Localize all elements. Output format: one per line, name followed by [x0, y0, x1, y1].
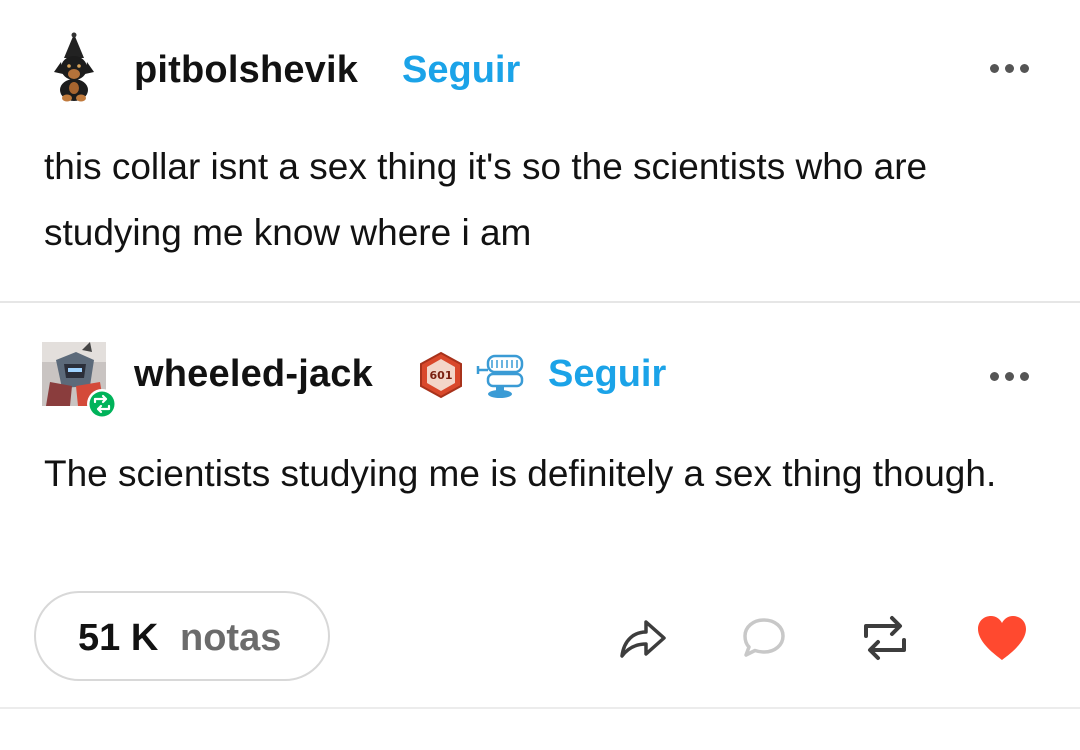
reblog-follow-button[interactable]: Seguir — [548, 353, 666, 396]
dog-with-party-hat-avatar[interactable] — [50, 32, 98, 102]
reblog-icon[interactable] — [858, 612, 912, 664]
comment-bubble-icon[interactable] — [740, 614, 788, 662]
post-divider — [0, 301, 1080, 303]
tumblr-post: pitbolshevik Seguir this collar isnt a s… — [0, 0, 1080, 750]
notes-button[interactable]: 51 K notas — [34, 591, 330, 681]
notes-label: notas — [180, 617, 282, 659]
wind-up-teeth-badge-icon[interactable] — [474, 350, 530, 400]
reblog-username[interactable]: wheeled-jack — [134, 353, 373, 396]
original-post-username[interactable]: pitbolshevik — [134, 49, 358, 92]
robot-character-avatar[interactable] — [42, 342, 128, 422]
svg-text:601: 601 — [430, 369, 453, 382]
notes-count: 51 K — [78, 617, 159, 659]
reblog-text: The scientists studying me is definitely… — [44, 453, 997, 494]
original-post-text: this collar isnt a sex thing it's so the… — [44, 146, 928, 253]
post-bottom-border — [0, 707, 1080, 709]
reblog-badge-icon — [89, 391, 115, 417]
reblog-header: wheeled-jack 601 Seguir — [0, 336, 1080, 419]
share-arrow-icon[interactable] — [616, 614, 668, 662]
hexagon-badge-icon[interactable]: 601 — [418, 351, 464, 399]
reblog-more-options-icon[interactable] — [990, 367, 1040, 387]
original-post-follow-button[interactable]: Seguir — [402, 49, 520, 92]
original-post-more-options-icon[interactable] — [990, 59, 1040, 79]
heart-icon[interactable] — [974, 614, 1030, 664]
original-post-header: pitbolshevik Seguir — [0, 28, 1080, 108]
